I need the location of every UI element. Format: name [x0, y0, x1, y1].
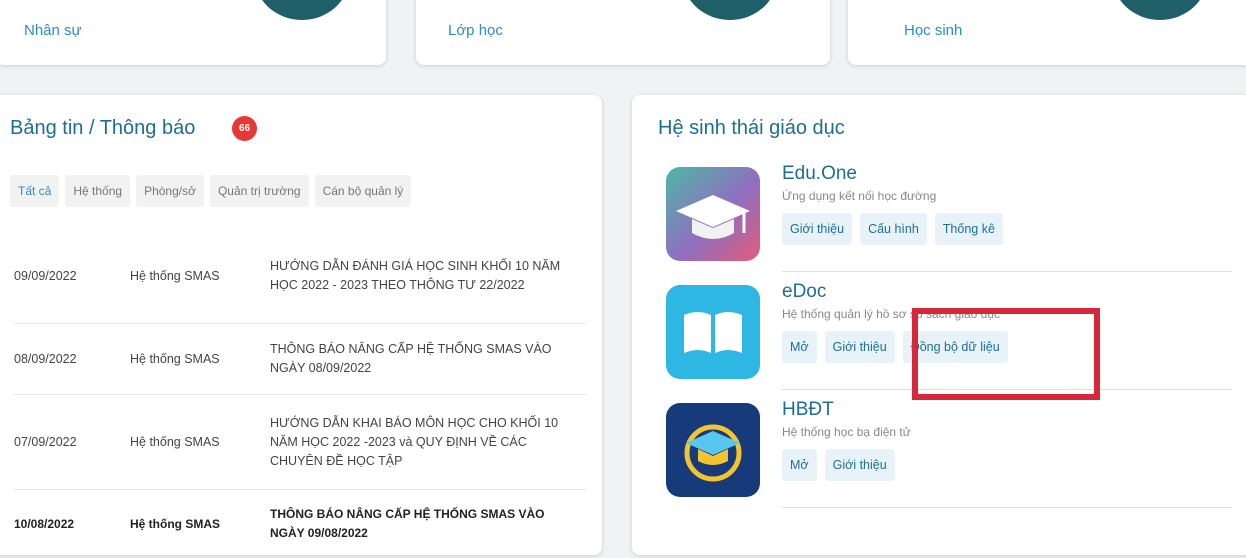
hbdt-open-button[interactable]: Mở: [782, 449, 817, 481]
app-actions: Mở Giới thiệu: [782, 449, 895, 481]
news-headline-link[interactable]: HƯỚNG DẪN ĐÁNH GIÁ HỌC SINH KHỐI 10 NĂM …: [270, 229, 586, 324]
stat-circle: [254, 0, 350, 20]
stat-card-staff[interactable]: Nhân sự: [0, 0, 386, 65]
news-source: Hệ thống SMAS: [130, 395, 270, 490]
hbdt-intro-button[interactable]: Giới thiệu: [825, 449, 895, 481]
stat-label-student: Học sinh: [904, 22, 962, 39]
stat-circle: [1112, 0, 1208, 20]
app-name-eduone: Edu.One: [782, 163, 857, 185]
stat-label-staff: Nhân sự: [24, 22, 82, 39]
table-row[interactable]: 09/09/2022 Hệ thống SMAS HƯỚNG DẪN ĐÁNH …: [14, 229, 586, 324]
divider: [782, 507, 1232, 508]
highlight-annotation-box: [912, 308, 1100, 400]
eduone-config-button[interactable]: Cấu hình: [860, 213, 927, 245]
news-date: 07/09/2022: [14, 395, 130, 490]
app-name-edoc: eDoc: [782, 281, 826, 303]
stat-card-student[interactable]: Học sinh: [848, 0, 1246, 65]
table-row[interactable]: 08/09/2022 Hệ thống SMAS THÔNG BÁO NÂNG …: [14, 324, 586, 395]
news-tabs: Tất cả Hệ thống Phòng/sở Quản trị trường…: [10, 175, 411, 207]
stat-card-class[interactable]: Lớp học: [416, 0, 830, 65]
news-title: Bảng tin / Thông báo: [10, 117, 195, 140]
news-date: 10/08/2022: [14, 490, 130, 558]
news-panel: Bảng tin / Thông báo 66 Tất cả Hệ thống …: [0, 95, 602, 555]
stat-circle: [682, 0, 778, 20]
news-count-badge: 66: [232, 116, 257, 141]
news-date: 09/09/2022: [14, 229, 130, 324]
app-actions: Giới thiệu Cấu hình Thống kê: [782, 213, 1003, 245]
tab-all[interactable]: Tất cả: [10, 175, 59, 207]
edoc-open-button[interactable]: Mở: [782, 331, 817, 363]
eduone-stats-button[interactable]: Thống kê: [935, 213, 1003, 245]
table-row[interactable]: 07/09/2022 Hệ thống SMAS HƯỚNG DẪN KHAI …: [14, 395, 586, 490]
news-headline-link[interactable]: THÔNG BÁO NÂNG CẤP HỆ THỐNG SMAS VÀO NGÀ…: [270, 490, 586, 558]
divider: [782, 271, 1232, 272]
app-desc-eduone: Ứng dụng kết nối học đường: [782, 189, 936, 203]
stat-label-class: Lớp học: [448, 22, 503, 39]
app-name-hbdt: HBĐT: [782, 399, 834, 421]
news-table: 09/09/2022 Hệ thống SMAS HƯỚNG DẪN ĐÁNH …: [14, 229, 586, 558]
news-source: Hệ thống SMAS: [130, 229, 270, 324]
hbdt-logo-icon[interactable]: [666, 403, 760, 497]
news-headline-link[interactable]: THÔNG BÁO NÂNG CẤP HỆ THỐNG SMAS VÀO NGÀ…: [270, 324, 586, 395]
ecosystem-title: Hệ sinh thái giáo dục: [658, 117, 845, 140]
eduone-intro-button[interactable]: Giới thiệu: [782, 213, 852, 245]
news-source: Hệ thống SMAS: [130, 490, 270, 558]
news-date: 08/09/2022: [14, 324, 130, 395]
tab-system[interactable]: Hệ thống: [65, 175, 130, 207]
open-book-icon[interactable]: [666, 285, 760, 379]
table-row[interactable]: 10/08/2022 Hệ thống SMAS THÔNG BÁO NÂNG …: [14, 490, 586, 558]
news-headline-link[interactable]: HƯỚNG DẪN KHAI BÁO MÔN HỌC CHO KHỐI 10 N…: [270, 395, 586, 490]
tab-school-admin[interactable]: Quản trị trường: [210, 175, 309, 207]
graduation-cap-icon[interactable]: [666, 167, 760, 261]
news-source: Hệ thống SMAS: [130, 324, 270, 395]
edoc-intro-button[interactable]: Giới thiệu: [825, 331, 895, 363]
tab-department[interactable]: Phòng/sở: [136, 175, 204, 207]
app-desc-hbdt: Hệ thống học bạ điện tử: [782, 425, 911, 439]
tab-manager[interactable]: Cán bộ quản lý: [315, 175, 412, 207]
